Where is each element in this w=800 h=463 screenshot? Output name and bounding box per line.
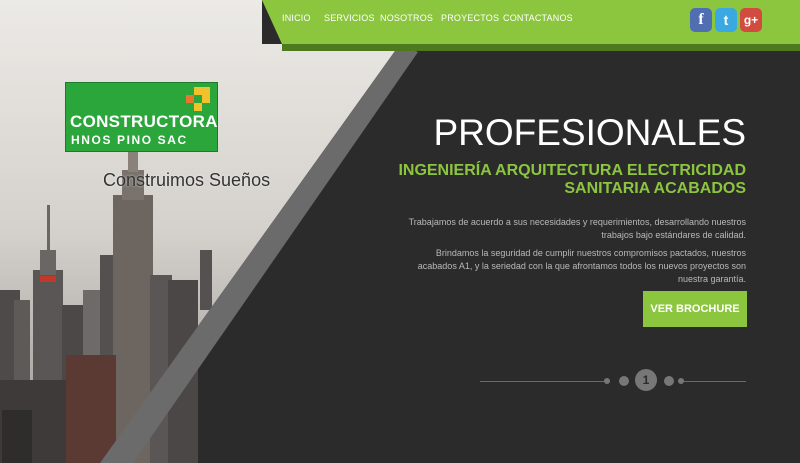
- twitter-icon[interactable]: t: [715, 8, 737, 32]
- nav-item-proyectos[interactable]: PROYECTOS: [441, 13, 499, 23]
- pager-line-right: [678, 381, 746, 382]
- logo-square: [202, 87, 210, 95]
- nav-item-inicio[interactable]: INICIO: [282, 13, 311, 23]
- nav-item-contactanos[interactable]: CONTACTANOS: [503, 13, 573, 23]
- hero-subheading: INGENIERÍA ARQUITECTURA ELECTRICIDAD SAN…: [398, 162, 746, 197]
- hero-paragraph-2: Brindamos la seguridad de cumplir nuestr…: [417, 248, 746, 284]
- company-logo[interactable]: CONSTRUCTORA HNOS PINO SAC: [65, 82, 218, 152]
- hero-slider: INICIO SERVICIOS NOSOTROS PROYECTOS CONT…: [0, 0, 800, 463]
- logo-square: [202, 95, 210, 103]
- pager-dot[interactable]: [604, 378, 610, 384]
- pager-dot[interactable]: [664, 376, 674, 386]
- logo-square: [186, 95, 194, 103]
- tagline: Construimos Sueños: [103, 170, 271, 190]
- google-plus-icon[interactable]: g+: [740, 8, 762, 32]
- brochure-button[interactable]: VER BROCHURE: [643, 291, 747, 327]
- pager-dot[interactable]: [678, 378, 684, 384]
- nav-item-servicios[interactable]: SERVICIOS: [324, 13, 375, 23]
- pager-current[interactable]: 1: [635, 369, 657, 391]
- logo-square: [194, 87, 202, 95]
- pager-line-left: [480, 381, 610, 382]
- hero-headline: PROFESIONALES: [433, 112, 746, 153]
- logo-square: [194, 103, 202, 111]
- logo-subtitle: HNOS PINO SAC: [71, 133, 188, 147]
- nav-item-nosotros[interactable]: NOSOTROS: [380, 13, 433, 23]
- pager-dot[interactable]: [619, 376, 629, 386]
- logo-title: CONSTRUCTORA: [70, 112, 218, 131]
- hero-paragraph-1: Trabajamos de acuerdo a sus necesidades …: [408, 217, 746, 240]
- facebook-icon[interactable]: f: [690, 8, 712, 32]
